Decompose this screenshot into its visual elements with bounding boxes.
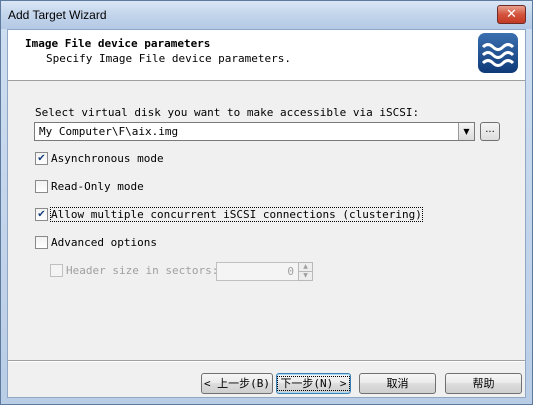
next-button[interactable]: 下一步(N) > <box>276 373 351 394</box>
disk-path-value: My Computer\F\aix.img <box>39 125 179 138</box>
page-subtitle: Specify Image File device parameters. <box>46 52 292 65</box>
header-size-value: 0 <box>287 265 294 278</box>
cancel-button[interactable]: 取消 <box>359 373 436 394</box>
advanced-options-label: Advanced options <box>51 236 157 249</box>
window-title: Add Target Wizard <box>8 8 107 22</box>
title-bar[interactable]: Add Target Wizard ✕ <box>1 1 532 29</box>
async-mode-checkbox[interactable]: ✔ <box>35 152 48 165</box>
wave-logo-icon <box>478 33 518 73</box>
header-size-input: 0 <box>216 262 299 281</box>
read-only-checkbox[interactable] <box>35 180 48 193</box>
browse-button[interactable]: ... <box>480 122 500 141</box>
close-icon: ✕ <box>506 7 517 22</box>
advanced-options-checkbox[interactable] <box>35 236 48 249</box>
clustering-checkbox[interactable]: ✔ <box>35 208 48 221</box>
next-button-label: 下一步(N) > <box>277 376 350 391</box>
close-button[interactable]: ✕ <box>497 5 526 24</box>
clustering-label: Allow multiple concurrent iSCSI connecti… <box>50 207 423 222</box>
wizard-header: Image File device parameters Specify Ima… <box>8 30 525 81</box>
header-size-stepper: ▲ ▼ <box>298 262 313 281</box>
header-size-checkbox <box>50 264 63 277</box>
async-mode-label: Asynchronous mode <box>51 152 164 165</box>
help-button[interactable]: 帮助 <box>445 373 522 394</box>
header-size-label: Header size in sectors: <box>66 264 219 277</box>
disk-path-combobox[interactable]: My Computer\F\aix.img ▼ <box>34 122 475 141</box>
chevron-down-icon[interactable]: ▼ <box>458 123 474 140</box>
select-disk-label: Select virtual disk you want to make acc… <box>35 106 420 119</box>
page-title: Image File device parameters <box>25 37 211 50</box>
read-only-label: Read-Only mode <box>51 180 144 193</box>
wizard-client: Image File device parameters Specify Ima… <box>7 29 526 398</box>
spin-down-icon: ▼ <box>298 271 313 281</box>
back-button[interactable]: < 上一步(B) <box>201 373 273 394</box>
footer-divider <box>8 360 525 362</box>
wizard-window: Add Target Wizard ✕ Image File device pa… <box>0 0 533 405</box>
